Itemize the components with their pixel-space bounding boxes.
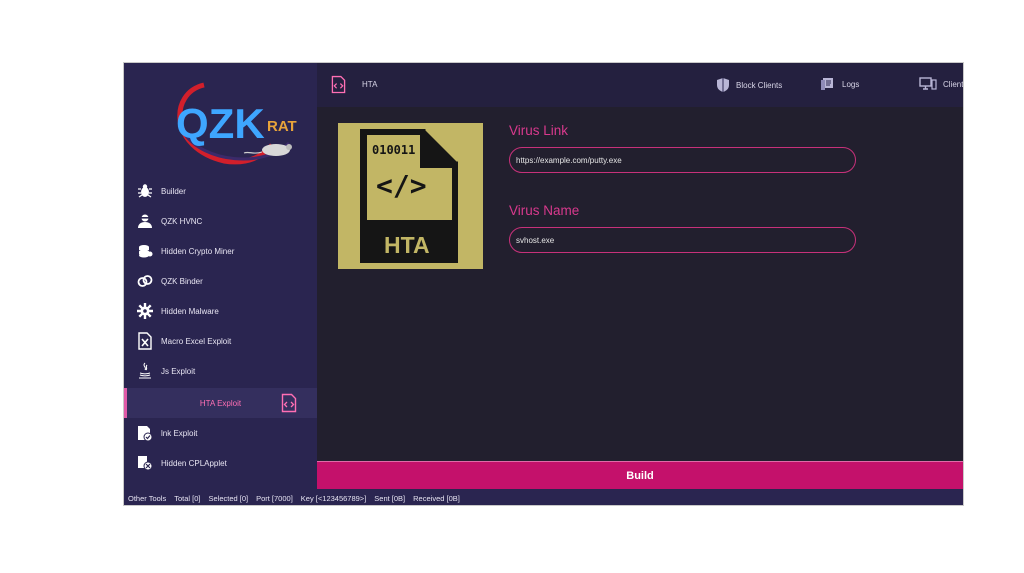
hta-file-image: 010011 </> HTA [338, 123, 483, 269]
sidebar-item-macro-excel-exploit[interactable]: Macro Excel Exploit [124, 326, 317, 356]
sidebar-item-hidden-crypto-miner[interactable]: Hidden Crypto Miner [124, 236, 317, 266]
sidebar-item-label: Hidden CPLApplet [161, 458, 227, 468]
logo: QZK RAT [164, 73, 304, 173]
main-content: 010011 </> HTA Virus Link Virus Name [317, 107, 963, 461]
svg-text:QZK: QZK [176, 100, 265, 147]
sidebar-item-js-exploit[interactable]: Js Exploit [124, 356, 317, 386]
sidebar-item-label: Macro Excel Exploit [161, 336, 232, 346]
sidebar-item-label: QZK Binder [161, 276, 203, 286]
sidebar-item-hta-exploit[interactable]: HTA Exploit [124, 388, 317, 418]
page-header: HTA [331, 75, 377, 94]
sidebar-item-builder[interactable]: Builder [124, 176, 317, 206]
code-file-icon [281, 393, 297, 413]
block-clients-label: Block Clients [736, 80, 783, 90]
sidebar-item-hidden-cplapplet[interactable]: Hidden CPLApplet [124, 448, 317, 478]
top-bar: HTA Block Clients Logs Clients [317, 63, 964, 107]
shortcut-icon [136, 424, 154, 442]
virus-link-input[interactable] [509, 147, 856, 173]
java-icon [136, 362, 154, 380]
app-window: QZK RAT Builder QZK HVNC Hidden Crypto M… [123, 62, 964, 506]
sent-status: Sent [0B] [374, 493, 406, 503]
sidebar-item-label: QZK HVNC [161, 216, 203, 226]
selected-count: Selected [0] [208, 493, 249, 503]
clients-label: Clients [943, 79, 964, 89]
port-status: Port [7000] [256, 493, 293, 503]
key-status: Key [<123456789>] [300, 493, 367, 503]
svg-text:HTA: HTA [384, 232, 430, 258]
gear-icon [136, 302, 154, 320]
bug-icon [136, 182, 154, 200]
scroll-icon [821, 78, 833, 90]
link-icon [136, 272, 154, 290]
svg-text:</>: </> [376, 169, 427, 202]
virus-link-label: Virus Link [509, 123, 569, 138]
page-title: HTA [362, 80, 378, 89]
sidebar: QZK RAT Builder QZK HVNC Hidden Crypto M… [124, 63, 317, 489]
virus-name-input[interactable] [509, 227, 856, 253]
other-tools-link[interactable]: Other Tools [128, 494, 166, 503]
block-clients-button[interactable]: Block Clients [716, 77, 782, 93]
sidebar-item-qzk-binder[interactable]: QZK Binder [124, 266, 317, 296]
sidebar-item-hidden-malware[interactable]: Hidden Malware [124, 296, 317, 326]
sidebar-item-qzk-hvnc[interactable]: QZK HVNC [124, 206, 317, 236]
logs-label: Logs [842, 79, 860, 89]
sidebar-item-label: Js Exploit [161, 366, 196, 376]
monitor-icon [919, 77, 937, 90]
received-status: Received [0B] [413, 493, 460, 503]
sidebar-item-label: lnk Exploit [161, 428, 198, 438]
sidebar-item-label: HTA Exploit [199, 398, 242, 408]
sidebar-item-label: Hidden Malware [161, 306, 219, 316]
clients-button[interactable]: Clients [919, 77, 964, 91]
logs-button[interactable]: Logs [820, 77, 859, 91]
coins-icon [136, 242, 154, 260]
code-file-icon [331, 75, 352, 94]
sidebar-item-label: Builder [161, 186, 186, 196]
active-indicator [124, 388, 127, 418]
sidebar-item-lnk-exploit[interactable]: lnk Exploit [124, 418, 317, 448]
total-count: Total [0] [174, 493, 201, 503]
sidebar-item-label: Hidden Crypto Miner [161, 246, 235, 256]
svg-text:RAT: RAT [267, 118, 297, 135]
shield-icon [717, 78, 729, 92]
svg-text:010011: 010011 [372, 143, 415, 157]
user-icon [136, 212, 154, 230]
virus-name-label: Virus Name [509, 203, 580, 218]
excel-icon [136, 332, 154, 350]
status-bar: Other Tools Total [0] Selected [0] Port … [124, 489, 963, 505]
applet-icon [136, 454, 154, 472]
build-button[interactable]: Build [317, 461, 963, 489]
